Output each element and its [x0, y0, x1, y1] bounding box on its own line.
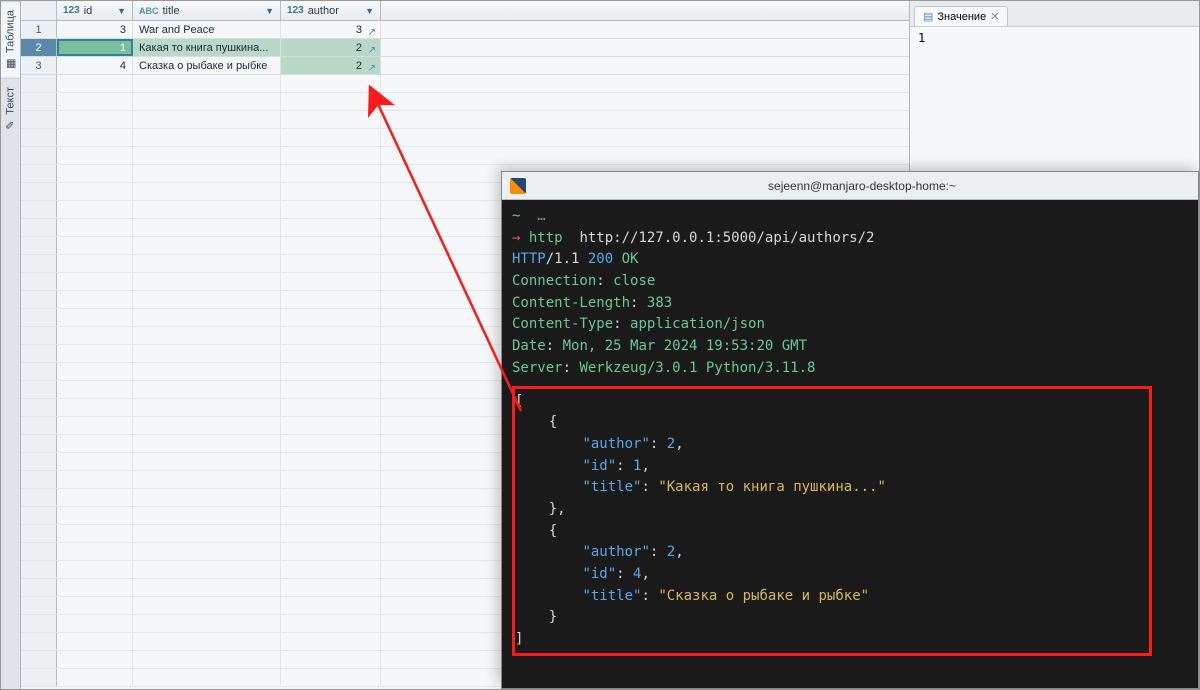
json-response-box: [ { "author": 2, "id": 1, "title": "Кака…: [512, 386, 1152, 656]
json-colon: :: [616, 458, 624, 474]
json-bracket: ]: [515, 631, 523, 647]
panel-icon: ▤: [923, 10, 933, 23]
json-colon: :: [641, 588, 649, 604]
json-colon: :: [616, 566, 624, 582]
json-number: 2: [667, 544, 675, 560]
foreign-key-icon[interactable]: ↗: [365, 42, 376, 53]
prompt-dots: …: [537, 208, 545, 224]
cell-author-value: 3: [356, 24, 362, 36]
json-comma: ,: [675, 436, 683, 452]
resp-proto: HTTP: [512, 251, 546, 267]
json-key: "id": [582, 458, 616, 474]
value-panel-tab[interactable]: ▤ Значение ✕: [914, 6, 1008, 26]
grid-icon: ▦: [4, 57, 17, 70]
empty-row: [21, 75, 909, 93]
resp-text: OK: [622, 251, 639, 267]
json-colon: :: [650, 436, 658, 452]
json-brace: }: [549, 501, 557, 517]
json-colon: :: [641, 479, 649, 495]
side-tab-table[interactable]: ▦ Таблица: [1, 1, 20, 78]
json-brace: {: [549, 414, 557, 430]
empty-row: [21, 111, 909, 129]
json-key: "title": [582, 479, 641, 495]
side-tab-text[interactable]: ✎ Текст: [1, 78, 20, 140]
table-row[interactable]: 1 3 War and Peace 3 ↗: [21, 21, 909, 39]
prompt-cwd: ~: [512, 208, 520, 224]
json-key: "author": [582, 436, 649, 452]
json-key: "id": [582, 566, 616, 582]
column-header-id[interactable]: 123 id ▼: [57, 1, 133, 20]
cell-id[interactable]: 4: [57, 57, 133, 74]
cell-author[interactable]: 2 ↗: [281, 39, 381, 56]
json-colon: :: [650, 544, 658, 560]
side-tab-table-label: Таблица: [5, 10, 17, 53]
cell-author[interactable]: 3 ↗: [281, 21, 381, 38]
grid-corner[interactable]: [21, 1, 57, 20]
row-number[interactable]: 1: [21, 21, 57, 38]
empty-row: [21, 93, 909, 111]
json-key: "author": [582, 544, 649, 560]
value-panel-tab-label: Значение: [937, 11, 986, 23]
json-brace: }: [549, 609, 557, 625]
close-icon[interactable]: ✕: [990, 10, 999, 23]
chevron-down-icon[interactable]: ▼: [117, 6, 126, 16]
row-number[interactable]: 3: [21, 57, 57, 74]
terminal-title: sejeenn@manjaro-desktop-home:~: [534, 179, 1190, 193]
json-string: "Какая то книга пушкина...": [658, 479, 886, 495]
side-tab-strip: ▦ Таблица ✎ Текст: [1, 1, 21, 689]
numeric-type-icon: 123: [287, 5, 304, 16]
json-key: "title": [582, 588, 641, 604]
table-row[interactable]: 2 1 Какая то книга пушкина... 2 ↗: [21, 39, 909, 57]
text-icon: ✎: [4, 119, 17, 132]
cell-title[interactable]: Какая то книга пушкина...: [133, 39, 281, 56]
column-header-title[interactable]: ABC title ▼: [133, 1, 281, 20]
terminal-app-icon: [510, 178, 526, 194]
value-panel-tabbar: ▤ Значение ✕: [910, 1, 1199, 27]
column-header-author[interactable]: 123 author ▼: [281, 1, 381, 20]
cell-author-value: 2: [356, 60, 362, 72]
row-number[interactable]: 2: [21, 39, 57, 56]
text-type-icon: ABC: [139, 6, 159, 16]
cell-id[interactable]: 1: [57, 39, 133, 56]
cell-author-value: 2: [356, 42, 362, 54]
side-tab-text-label: Текст: [5, 87, 17, 115]
cell-title[interactable]: War and Peace: [133, 21, 281, 38]
json-comma: ,: [641, 458, 649, 474]
cell-id[interactable]: 3: [57, 21, 133, 38]
json-comma: ,: [641, 566, 649, 582]
json-string: "Сказка о рыбаке и рыбке": [658, 588, 869, 604]
prompt-arrow: →: [512, 230, 520, 246]
empty-row: [21, 147, 909, 165]
resp-code: 200: [588, 251, 613, 267]
grid-header-row: 123 id ▼ ABC title ▼ 123 author ▼: [21, 1, 909, 21]
cmd-program: http: [529, 230, 563, 246]
value-text: 1: [918, 31, 925, 45]
empty-row: [21, 129, 909, 147]
cell-author[interactable]: 2 ↗: [281, 57, 381, 74]
numeric-type-icon: 123: [63, 5, 80, 16]
column-name: author: [308, 5, 339, 17]
foreign-key-icon[interactable]: ↗: [365, 24, 376, 35]
json-bracket: [: [515, 393, 523, 409]
cmd-url: http://127.0.0.1:5000/api/authors/2: [579, 230, 874, 246]
chevron-down-icon[interactable]: ▼: [265, 6, 274, 16]
terminal-window: sejeenn@manjaro-desktop-home:~ ~ … → htt…: [501, 171, 1199, 689]
json-comma: ,: [675, 544, 683, 560]
value-panel-content[interactable]: 1: [910, 27, 1199, 49]
terminal-body[interactable]: ~ … → http http://127.0.0.1:5000/api/aut…: [502, 200, 1198, 688]
resp-ver: /1.1: [546, 251, 580, 267]
chevron-down-icon[interactable]: ▼: [365, 6, 374, 16]
json-brace: {: [549, 523, 557, 539]
foreign-key-icon[interactable]: ↗: [365, 60, 376, 71]
column-name: id: [84, 5, 93, 17]
cell-title[interactable]: Сказка о рыбаке и рыбке: [133, 57, 281, 74]
table-row[interactable]: 3 4 Сказка о рыбаке и рыбке 2 ↗: [21, 57, 909, 75]
json-comma: ,: [557, 501, 565, 517]
column-name: title: [163, 5, 180, 17]
terminal-titlebar[interactable]: sejeenn@manjaro-desktop-home:~: [502, 172, 1198, 200]
json-number: 2: [667, 436, 675, 452]
